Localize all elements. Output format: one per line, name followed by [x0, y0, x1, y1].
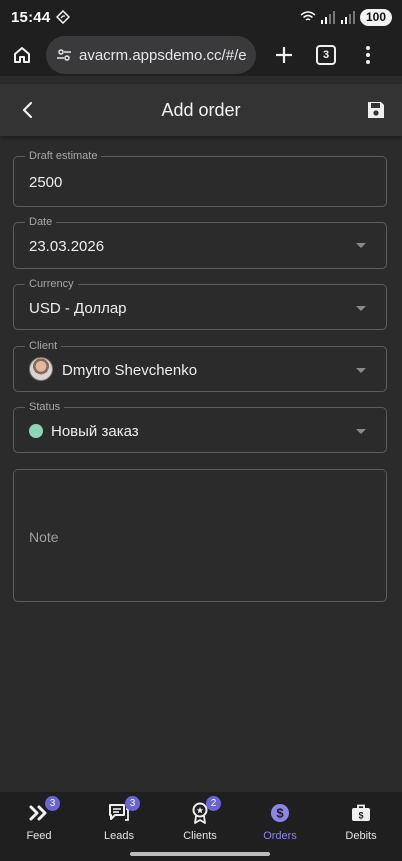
- status-select[interactable]: Status Новый заказ: [13, 400, 387, 453]
- bottom-navigation: 3 Feed 3 Leads 2 Clients $ Orders $ Debi…: [0, 792, 402, 861]
- feed-badge: 3: [45, 796, 60, 811]
- signal-icon-1: [320, 10, 335, 24]
- nav-item-leads[interactable]: 3 Leads: [79, 792, 159, 848]
- nav-label-clients: Clients: [183, 830, 217, 842]
- client-value: Dmytro Shevchenko: [62, 362, 198, 379]
- feed-icon-wrap: 3: [27, 796, 60, 824]
- nav-item-orders[interactable]: $ Orders: [240, 792, 320, 848]
- home-button[interactable]: [8, 41, 36, 69]
- client-avatar: [29, 357, 53, 381]
- status-bar: 15:44 100: [0, 0, 402, 34]
- client-dropdown-caret-icon: [356, 368, 366, 373]
- client-select[interactable]: Client Dmytro Shevchenko: [13, 339, 387, 392]
- chevron-left-icon: [22, 101, 33, 119]
- draft-estimate-value: 2500: [29, 174, 63, 191]
- draft-estimate-label: Draft estimate: [25, 149, 102, 163]
- site-settings-icon: [57, 49, 71, 61]
- clients-icon-wrap: 2: [188, 796, 221, 824]
- date-field[interactable]: Date 23.03.2026: [13, 215, 387, 269]
- browser-toolbar: avacrm.appsdemo.cc/#/est 3: [0, 34, 402, 76]
- status-icons: 100: [300, 8, 392, 26]
- app-header: Add order: [0, 84, 402, 136]
- nav-label-orders: Orders: [263, 830, 297, 842]
- url-text: avacrm.appsdemo.cc/#/est: [79, 46, 246, 64]
- address-bar[interactable]: avacrm.appsdemo.cc/#/est: [46, 36, 256, 74]
- orders-dollar-icon: $: [271, 804, 289, 822]
- more-vert-icon: [366, 46, 370, 64]
- svg-text:$: $: [276, 806, 284, 821]
- floppy-disk-icon: [368, 102, 384, 118]
- nav-item-debits[interactable]: $ Debits: [321, 792, 401, 848]
- date-value: 23.03.2026: [29, 238, 105, 255]
- nav-label-feed: Feed: [26, 830, 52, 842]
- date-label: Date: [25, 215, 57, 229]
- signal-icon-2: [340, 10, 355, 24]
- nav-item-clients[interactable]: 2 Clients: [160, 792, 240, 848]
- orders-icon-wrap: $: [268, 802, 292, 824]
- status-color-dot: [29, 424, 43, 438]
- date-dropdown-caret-icon: [356, 243, 366, 248]
- currency-label: Currency: [25, 277, 78, 291]
- leads-icon-wrap: 3: [107, 796, 140, 824]
- currency-dropdown-caret-icon: [356, 306, 366, 311]
- plus-icon: [276, 47, 292, 63]
- leads-badge: 3: [125, 796, 140, 811]
- status-value: Новый заказ: [51, 423, 139, 440]
- note-textarea[interactable]: Note: [13, 469, 387, 602]
- battery-indicator: 100: [359, 8, 392, 26]
- debits-briefcase-icon: $: [352, 804, 370, 821]
- currency-select[interactable]: Currency USD - Доллар: [13, 277, 387, 330]
- debits-icon-wrap: $: [349, 802, 373, 824]
- svg-text:$: $: [358, 811, 363, 821]
- clients-badge: 2: [206, 796, 221, 811]
- navigation-diamond-icon: [56, 10, 71, 24]
- status-dropdown-caret-icon: [356, 429, 366, 434]
- gesture-navigation-bar[interactable]: [130, 852, 270, 856]
- wifi-icon: [300, 11, 316, 21]
- nav-label-debits: Debits: [345, 830, 377, 842]
- home-icon: [14, 47, 30, 63]
- nav-label-leads: Leads: [104, 830, 134, 842]
- new-tab-button[interactable]: [270, 41, 298, 69]
- back-button[interactable]: [14, 96, 42, 124]
- page-title: Add order: [161, 99, 241, 120]
- status-label: Status: [25, 400, 65, 414]
- tab-switcher-button[interactable]: 3: [316, 45, 336, 65]
- client-label: Client: [25, 339, 62, 353]
- draft-estimate-field[interactable]: Draft estimate 2500: [13, 149, 387, 207]
- status-time: 15:44: [11, 8, 51, 26]
- save-button[interactable]: [362, 96, 390, 124]
- note-placeholder: Note: [29, 529, 59, 545]
- nav-item-feed[interactable]: 3 Feed: [0, 792, 79, 848]
- browser-menu-button[interactable]: [358, 41, 378, 69]
- currency-value: USD - Доллар: [29, 300, 127, 317]
